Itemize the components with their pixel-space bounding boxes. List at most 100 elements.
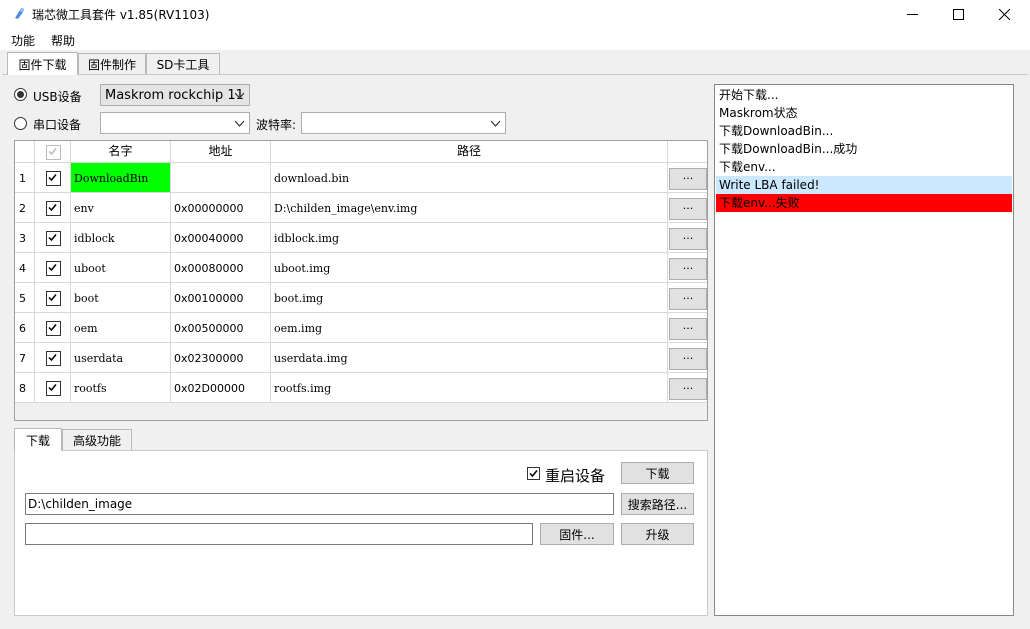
row-checkbox[interactable]: [46, 201, 61, 216]
path-cell[interactable]: download.bin: [271, 163, 668, 193]
tab-sd-card-tool[interactable]: SD卡工具: [146, 53, 220, 75]
usb-device-radio[interactable]: [14, 88, 27, 101]
address-cell[interactable]: 0x00500000: [171, 313, 271, 343]
row-number-cell: 5: [15, 283, 35, 313]
tab-advanced[interactable]: 高级功能: [62, 429, 132, 451]
path-cell[interactable]: uboot.img: [271, 253, 668, 283]
minimize-button[interactable]: [889, 0, 935, 28]
log-line: 下载DownloadBin...成功: [719, 142, 858, 156]
row-number: 4: [19, 262, 26, 275]
browse-button[interactable]: ...: [669, 378, 707, 400]
row-number-header: [15, 141, 35, 163]
serial-device-radio[interactable]: [14, 117, 27, 130]
close-button[interactable]: [981, 0, 1027, 28]
address-cell[interactable]: 0x00000000: [171, 193, 271, 223]
address-cell[interactable]: 0x02D00000: [171, 373, 271, 403]
path-cell[interactable]: idblock.img: [271, 223, 668, 253]
path-column-header[interactable]: 路径: [271, 141, 668, 163]
row-checkbox[interactable]: [46, 321, 61, 336]
select-all-checkbox[interactable]: [46, 145, 61, 160]
menu-function[interactable]: 功能: [11, 32, 35, 49]
log-line: 开始下载...: [719, 88, 779, 102]
reboot-checkbox[interactable]: [527, 467, 540, 480]
browse-button[interactable]: ...: [669, 348, 707, 370]
row-checkbox[interactable]: [46, 231, 61, 246]
path-cell[interactable]: D:\childen_image\env.img: [271, 193, 668, 223]
chevron-down-icon: [491, 120, 500, 127]
serial-port-select[interactable]: [100, 112, 250, 134]
search-path-button[interactable]: 搜索路径...: [621, 493, 694, 515]
window-title: 瑞芯微工具套件 v1.85(RV1103): [32, 8, 210, 22]
row-checkbox[interactable]: [46, 381, 61, 396]
address-cell[interactable]: 0x02300000: [171, 343, 271, 373]
row-checkbox[interactable]: [46, 261, 61, 276]
select-all-header[interactable]: [35, 141, 71, 163]
browse-button[interactable]: ...: [669, 318, 707, 340]
upgrade-button[interactable]: 升级: [621, 523, 694, 545]
maximize-button[interactable]: [935, 0, 981, 28]
check-icon: [48, 204, 57, 212]
tab-firmware-download[interactable]: 固件下载: [7, 52, 78, 75]
usb-device-select[interactable]: Maskrom rockchip 11: [100, 84, 250, 106]
name-cell[interactable]: boot: [71, 283, 171, 313]
browse-button[interactable]: ...: [669, 288, 707, 310]
partition-path: userdata.img: [274, 352, 348, 365]
path-cell[interactable]: boot.img: [271, 283, 668, 313]
download-button[interactable]: 下载: [621, 462, 694, 484]
tab-download[interactable]: 下载: [14, 428, 62, 451]
chevron-down-icon: [235, 92, 244, 99]
partition-path: oem.img: [274, 322, 323, 335]
address-cell[interactable]: 0x00080000: [171, 253, 271, 283]
browse-button[interactable]: ...: [669, 198, 707, 220]
firmware-button[interactable]: 固件...: [540, 523, 614, 545]
path-cell[interactable]: oem.img: [271, 313, 668, 343]
menu-help[interactable]: 帮助: [51, 32, 75, 49]
row-number-cell: 2: [15, 193, 35, 223]
name-cell[interactable]: uboot: [71, 253, 171, 283]
address-cell[interactable]: 0x00040000: [171, 223, 271, 253]
partition-path: boot.img: [274, 292, 324, 305]
usb-device-value: Maskrom rockchip 11: [105, 87, 244, 103]
row-number: 6: [19, 322, 26, 335]
address-column-header[interactable]: 地址: [171, 141, 271, 163]
baud-rate-select[interactable]: [301, 112, 506, 134]
name-cell[interactable]: userdata: [71, 343, 171, 373]
address-cell[interactable]: 0x00100000: [171, 283, 271, 313]
name-cell[interactable]: rootfs: [71, 373, 171, 403]
browse-button[interactable]: ...: [669, 258, 707, 280]
name-cell[interactable]: DownloadBin: [71, 163, 171, 193]
log-line: 下载env...失败: [716, 194, 1012, 212]
address-cell[interactable]: [171, 163, 271, 193]
partition-table: 名字 地址 路径 1 DownloadBin download.bin... 2 env…: [14, 140, 708, 421]
firmware-path-input[interactable]: D:\childen_image: [25, 493, 614, 515]
row-number-cell: 7: [15, 343, 35, 373]
path-cell[interactable]: userdata.img: [271, 343, 668, 373]
partition-name: oem: [74, 322, 98, 335]
browse-column-header: [668, 141, 707, 163]
browse-button[interactable]: ...: [669, 168, 707, 190]
check-icon: [48, 354, 57, 362]
row-check-cell: [35, 193, 71, 223]
tab-firmware-make[interactable]: 固件制作: [78, 53, 146, 75]
row-number: 8: [19, 382, 26, 395]
name-cell[interactable]: oem: [71, 313, 171, 343]
path-cell[interactable]: rootfs.img: [271, 373, 668, 403]
row-checkbox[interactable]: [46, 351, 61, 366]
chevron-down-icon: [235, 120, 244, 127]
row-checkbox[interactable]: [46, 171, 61, 186]
log-panel[interactable]: 开始下载... Maskrom状态 下载DownloadBin... 下载Downlo…: [714, 84, 1014, 616]
name-column-header[interactable]: 名字: [71, 141, 171, 163]
partition-path: uboot.img: [274, 262, 331, 275]
partition-path: idblock.img: [274, 232, 340, 245]
name-cell[interactable]: env: [71, 193, 171, 223]
partition-address: 0x00500000: [174, 322, 244, 335]
check-icon: [48, 294, 57, 302]
firmware-file-input[interactable]: [25, 523, 533, 545]
row-number-cell: 3: [15, 223, 35, 253]
maximize-icon: [952, 8, 964, 20]
row-checkbox[interactable]: [46, 291, 61, 306]
row-check-cell: [35, 283, 71, 313]
name-cell[interactable]: idblock: [71, 223, 171, 253]
browse-button[interactable]: ...: [669, 228, 707, 250]
partition-name: idblock: [74, 232, 115, 245]
